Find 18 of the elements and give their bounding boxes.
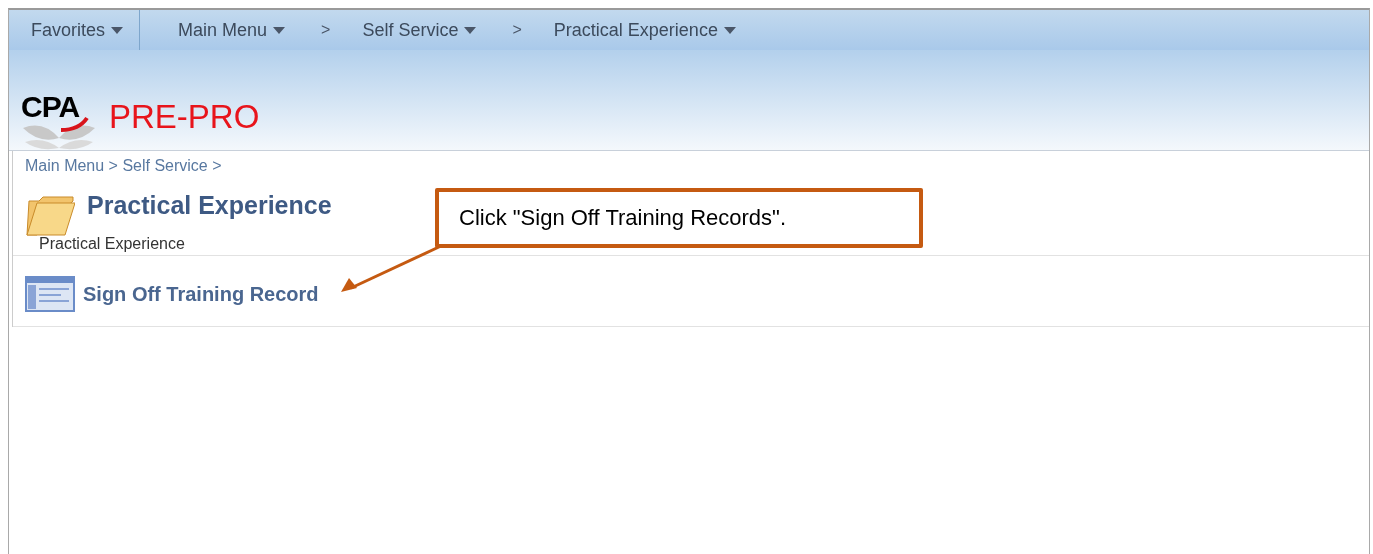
nav-separator: > [320,21,332,39]
page-title: Practical Experience [87,190,332,220]
nav-menu[interactable]: Favorites [9,19,136,41]
caret-icon [723,26,736,34]
nav-menu[interactable]: Main Menu [156,19,298,41]
window-icon [25,276,75,312]
nav-separator: > [511,21,523,39]
sign-off-link[interactable]: Sign Off Training Record [83,282,319,306]
nav-menu[interactable]: Self Service [340,19,489,41]
logo-name: PRE-PRO [109,98,260,136]
nav-menu[interactable]: Practical Experience [531,19,748,41]
caret-icon [464,26,477,34]
caret-icon [273,26,286,34]
logo-acronym: CPA [21,90,80,124]
breadcrumb: Main Menu > Self Service > [25,157,223,175]
folder-description: Practical Experience [39,235,186,253]
caret-icon [111,26,124,34]
callout-text: Click "Sign Off Training Records". [435,188,923,248]
